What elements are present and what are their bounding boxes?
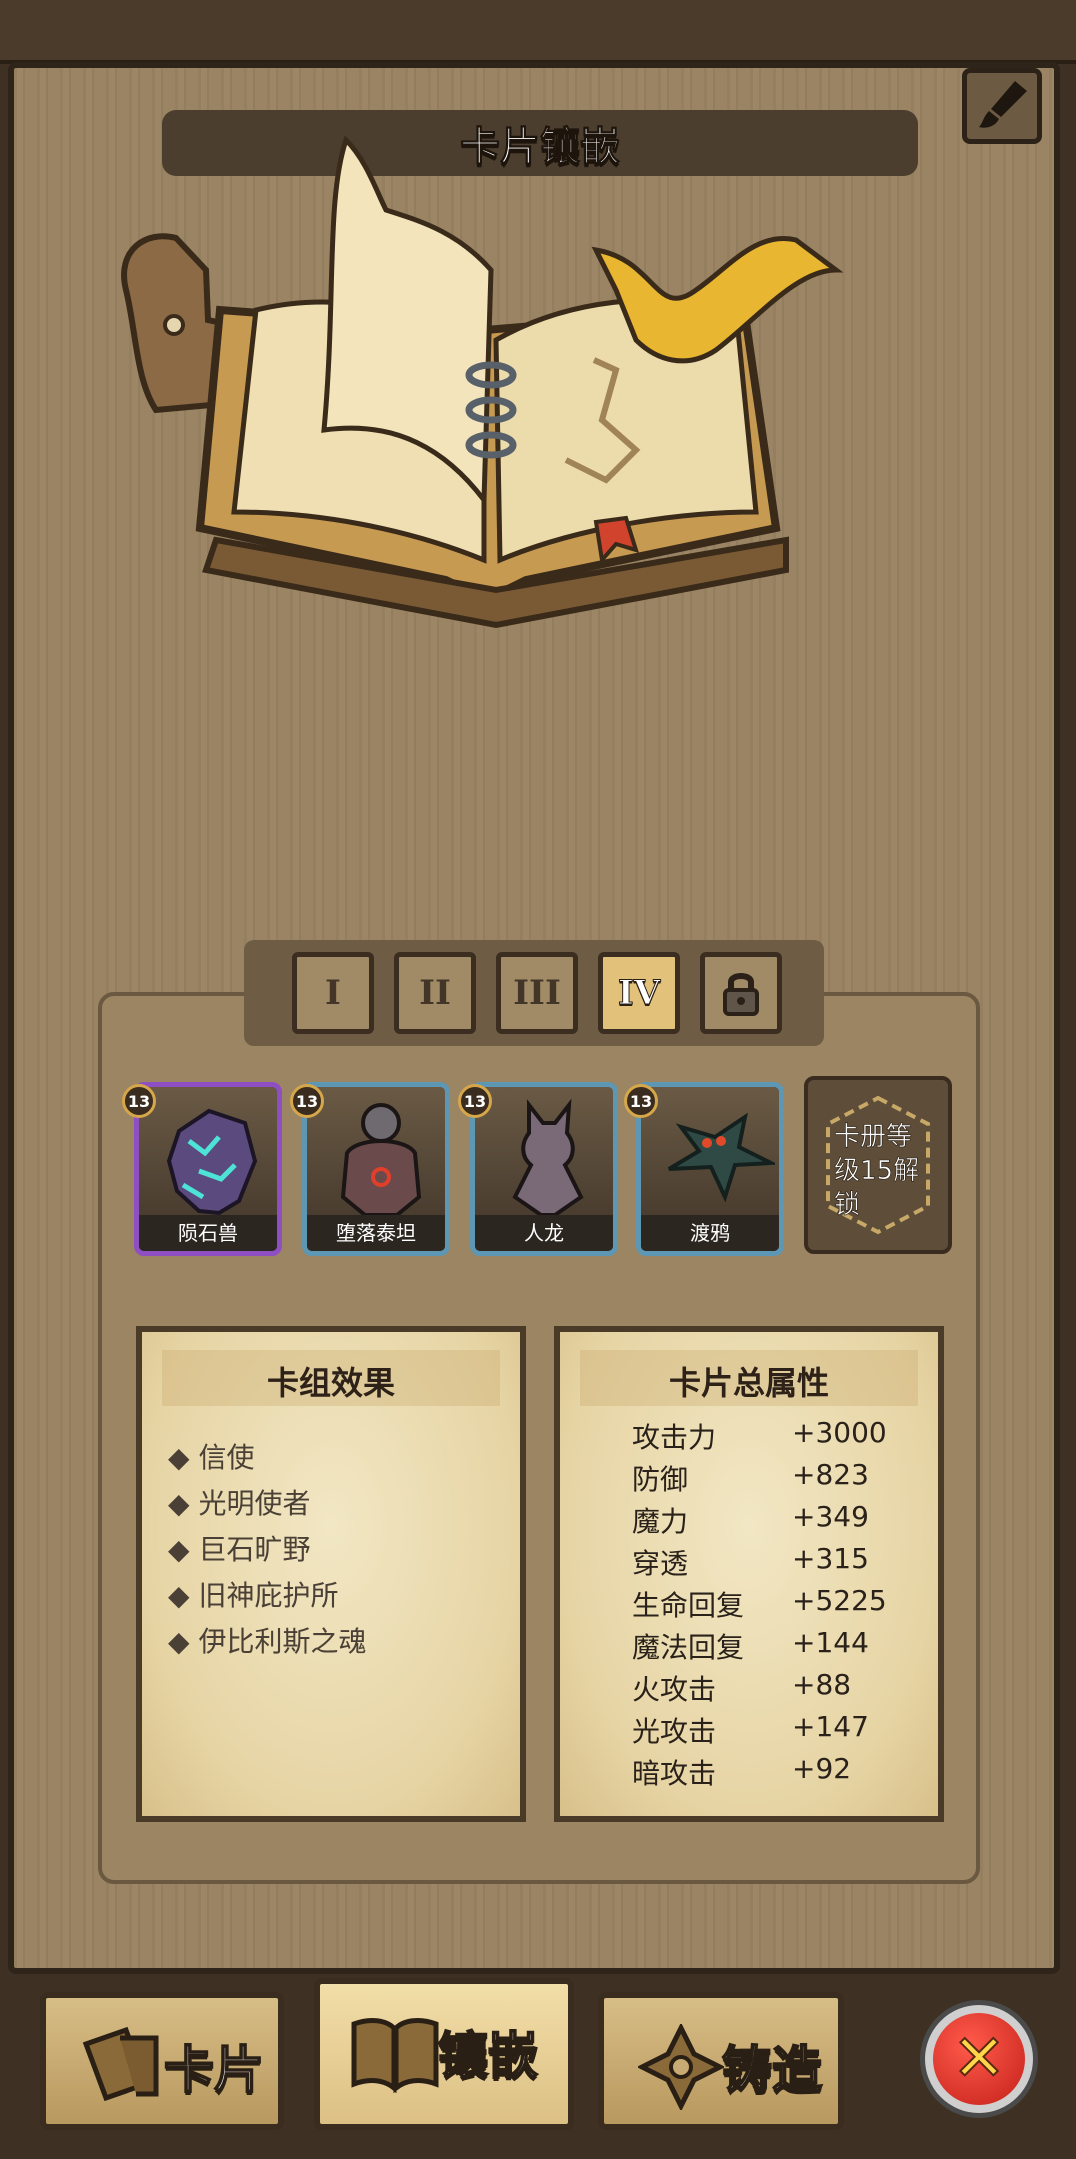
brush-icon: [979, 81, 1027, 128]
book-illustration: [121, 135, 844, 629]
level-badge: 13: [290, 1084, 324, 1118]
card-icon: [82, 2026, 159, 2102]
list-item: ◆ 巨石旷野: [168, 1533, 311, 1566]
stat-name: 魔力: [632, 1505, 689, 1538]
stat-value: +144: [792, 1626, 869, 1659]
lock-icon: [723, 973, 759, 1016]
forge-icon: [638, 2024, 724, 2110]
cards-tab-label: 卡片: [163, 2040, 265, 2100]
card-slot-4[interactable]: 渡鸦: [636, 1082, 784, 1256]
raven-portrait: [667, 1112, 775, 1203]
card-name: 渡鸦: [641, 1215, 779, 1251]
card-slot-3[interactable]: 人龙: [470, 1082, 618, 1256]
deck-effects-title: 卡组效果: [266, 1364, 395, 1402]
card-name: 人龙: [475, 1215, 613, 1251]
tier-tab-locked[interactable]: [700, 952, 782, 1034]
dragonkin-portrait: [512, 1098, 584, 1217]
stat-value: +88: [792, 1668, 852, 1701]
list-item: ◆ 光明使者: [168, 1487, 311, 1520]
stat-name: 生命回复: [632, 1589, 745, 1622]
stat-value: +3000: [792, 1416, 887, 1449]
stat-name: 暗攻击: [632, 1757, 717, 1790]
tier-tab-1[interactable]: I: [292, 952, 374, 1034]
card-slot-1[interactable]: 陨石兽: [134, 1082, 282, 1256]
stat-value: +147: [792, 1710, 869, 1743]
tier-tab-3[interactable]: III: [496, 952, 578, 1034]
open-book-icon: [351, 2018, 439, 2094]
stat-name: 魔法回复: [632, 1631, 745, 1664]
list-item: ◆ 伊比利斯之魂: [168, 1625, 367, 1658]
stat-name: 火攻击: [632, 1673, 717, 1706]
card-stats-title: 卡片总属性: [668, 1364, 829, 1402]
fallen-titan-portrait: [340, 1103, 422, 1217]
locked-slot-text: 卡册等级15解锁: [834, 1122, 920, 1221]
stat-name: 防御: [632, 1463, 689, 1496]
inlay-tab-button[interactable]: 镶嵌: [314, 1978, 574, 2130]
level-badge: 13: [624, 1084, 658, 1118]
cards-tab-button[interactable]: 卡片: [40, 1992, 284, 2130]
card-slot-2[interactable]: 堕落泰坦: [302, 1082, 450, 1256]
stat-value: +349: [792, 1500, 869, 1533]
edit-button[interactable]: [962, 68, 1042, 144]
stat-name: 穿透: [632, 1547, 689, 1580]
inlay-tab-label: 镶嵌: [437, 2026, 539, 2086]
tier-tab-4[interactable]: IV: [598, 952, 680, 1034]
locked-card-slot[interactable]: 卡册等级15解锁: [804, 1076, 952, 1254]
meteor-beast-portrait: [166, 1108, 258, 1216]
stat-value: +823: [792, 1458, 869, 1491]
forge-tab-label: 铸造: [721, 2040, 823, 2100]
stat-value: +315: [792, 1542, 869, 1575]
card-stats-panel: 卡片总属性 攻击力 +3000 防御 +823 魔力 +349 穿透 +315 …: [554, 1326, 944, 1822]
deck-effects-panel: 卡组效果 ◆ 信使 ◆ 光明使者 ◆ 巨石旷野 ◆ 旧神庇护所 ◆ 伊比利斯之魂: [136, 1326, 526, 1822]
card-name: 堕落泰坦: [307, 1215, 445, 1251]
stat-name: 光攻击: [632, 1715, 717, 1748]
list-item: ◆ 旧神庇护所: [168, 1579, 339, 1612]
forge-tab-button[interactable]: 铸造: [598, 1992, 844, 2130]
level-badge: 13: [458, 1084, 492, 1118]
level-badge: 13: [122, 1084, 156, 1118]
stat-value: +92: [792, 1752, 852, 1785]
top-strip: [0, 0, 1076, 64]
list-item: ◆ 信使: [168, 1441, 255, 1474]
tier-tab-2[interactable]: II: [394, 952, 476, 1034]
card-name: 陨石兽: [139, 1215, 277, 1251]
stat-value: +5225: [792, 1584, 887, 1617]
close-button[interactable]: ✕: [920, 2000, 1038, 2118]
close-icon: ✕: [933, 2013, 1025, 2105]
stat-name: 攻击力: [632, 1421, 717, 1454]
